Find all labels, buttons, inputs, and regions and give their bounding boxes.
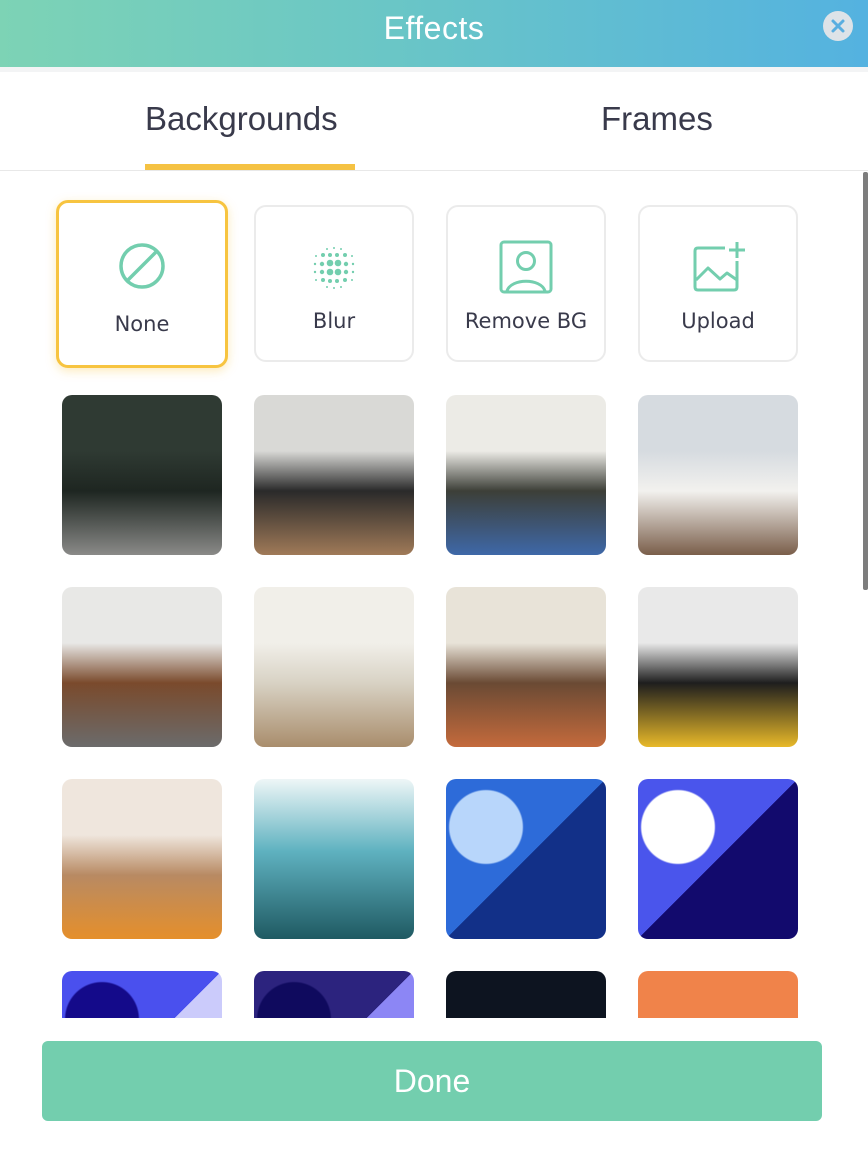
backgrounds-grid[interactable]: None Blur Remove BG Upload (0, 172, 868, 1018)
option-label: None (114, 312, 170, 336)
option-remove-bg[interactable]: Remove BG (446, 205, 606, 362)
background-thumbnail-bright-kitchen-living[interactable] (446, 395, 606, 555)
option-label: Blur (312, 309, 356, 333)
background-thumbnail-dark-green-living-room[interactable] (62, 395, 222, 555)
active-tab-indicator (145, 164, 355, 170)
tab-frames[interactable]: Frames (601, 100, 713, 138)
done-button[interactable]: Done (42, 1041, 822, 1121)
background-thumbnail-dark-window-gradient[interactable] (446, 971, 606, 1018)
background-thumbnail-indigo-geometric-pattern[interactable] (638, 779, 798, 939)
scrollbar-thumb[interactable] (863, 172, 868, 590)
tab-bar: Backgrounds Frames (0, 72, 868, 171)
background-thumbnail-navy-shapes-pattern[interactable] (254, 971, 414, 1018)
background-thumbnail-loft-dining-staircase[interactable] (254, 395, 414, 555)
header-title: Effects (383, 10, 485, 46)
background-thumbnail-arched-window-living[interactable] (446, 587, 606, 747)
background-thumbnail-sunny-dining-room[interactable] (62, 779, 222, 939)
background-thumbnail-white-living-room[interactable] (254, 587, 414, 747)
background-thumbnail-violet-triangles-pattern[interactable] (62, 971, 222, 1018)
option-label: Upload (681, 309, 755, 333)
option-upload[interactable]: Upload (638, 205, 798, 362)
option-none[interactable]: None (56, 200, 228, 368)
background-thumbnail-modern-living-wood-wall[interactable] (62, 587, 222, 747)
effects-header: Effects (0, 0, 868, 67)
background-thumbnail-yellow-armchair-room[interactable] (638, 587, 798, 747)
blur-dots-icon (313, 247, 355, 289)
close-icon (831, 19, 845, 33)
tab-backgrounds[interactable]: Backgrounds (145, 100, 338, 138)
background-thumbnail-misty-mountains[interactable] (254, 779, 414, 939)
background-thumbnail-home-office-desk[interactable] (638, 395, 798, 555)
background-thumbnail-orange-abstract-waves[interactable] (638, 971, 798, 1018)
person-portrait-icon (499, 240, 553, 294)
option-label: Remove BG (464, 309, 588, 333)
close-button[interactable] (823, 11, 853, 41)
no-symbol-icon (119, 243, 165, 289)
image-add-icon (693, 242, 745, 292)
background-thumbnail-blue-geometric-pattern[interactable] (446, 779, 606, 939)
option-blur[interactable]: Blur (254, 205, 414, 362)
